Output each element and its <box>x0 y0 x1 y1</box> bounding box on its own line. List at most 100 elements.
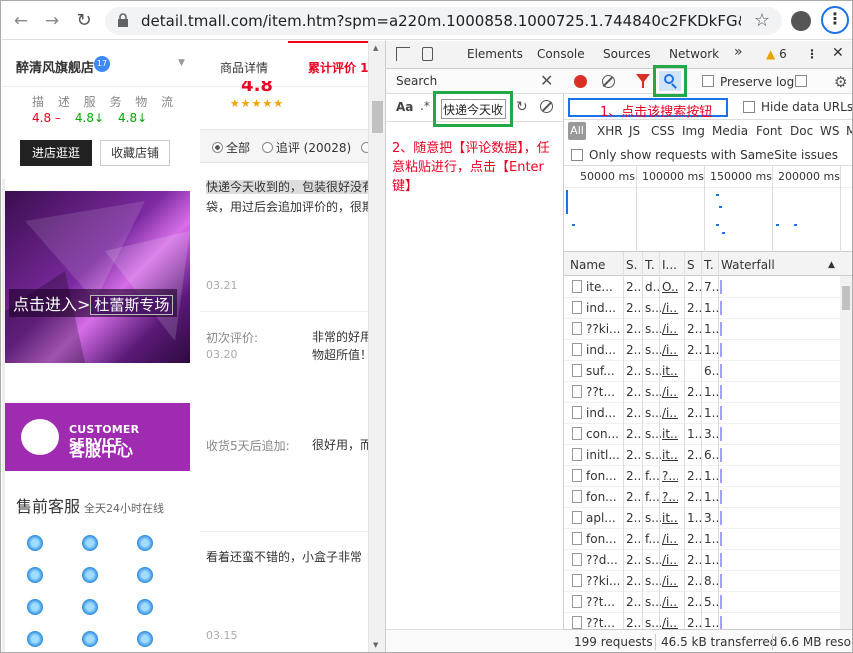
close-devtools-icon[interactable]: ✕ <box>832 45 844 61</box>
search-input[interactable]: 快递今天收 <box>441 99 506 119</box>
col-name[interactable]: Name <box>570 258 605 272</box>
tab-details[interactable]: 商品详情 <box>220 59 268 76</box>
more-tabs-icon[interactable]: » <box>734 44 743 60</box>
wangwang-icon[interactable] <box>137 599 153 615</box>
table-row[interactable]: initl...2...s...it...2...6... <box>564 445 852 466</box>
table-row[interactable]: ??t...2...s.../i...2...1... <box>564 382 852 403</box>
preserve-log-checkbox[interactable] <box>702 75 714 87</box>
clear-search-icon[interactable] <box>540 100 553 113</box>
tab-sources[interactable]: Sources <box>603 47 650 61</box>
device-toolbar-icon[interactable] <box>422 47 433 61</box>
wangwang-icon[interactable] <box>82 567 98 583</box>
close-search-icon[interactable]: ✕ <box>540 71 553 90</box>
bookmark-star-icon[interactable]: ☆ <box>754 10 770 31</box>
promo-banner[interactable]: 点击进入> 杜蕾斯专场 <box>5 191 190 363</box>
table-row[interactable]: apl...2...s...it...1...3... <box>564 508 852 529</box>
filter-icon[interactable] <box>636 74 650 88</box>
table-row[interactable]: con...2...s...it...1...3... <box>564 424 852 445</box>
table-row[interactable]: ??ki...2...s.../i...2...8... <box>564 571 852 592</box>
refresh-search-icon[interactable]: ↻ <box>516 99 528 115</box>
col-size[interactable]: S <box>687 258 695 272</box>
match-case-button[interactable]: Aa <box>396 100 413 114</box>
network-overview[interactable]: 50000 ms 100000 ms 150000 ms 200000 ms <box>564 166 852 252</box>
table-row[interactable]: ??ki...2...s.../i...2...1... <box>564 319 852 340</box>
table-row[interactable]: fon...2...f...?...2...1... <box>564 487 852 508</box>
tab-elements[interactable]: Elements <box>467 47 523 61</box>
scrollbar-thumb[interactable] <box>372 101 383 133</box>
wangwang-icon[interactable] <box>27 631 43 647</box>
customer-service-banner[interactable]: CUSTOMER SERVICE 客服中心 <box>5 403 190 471</box>
forward-arrow-icon[interactable]: → <box>42 11 62 31</box>
hide-data-urls-checkbox[interactable] <box>743 101 755 113</box>
gear-icon[interactable]: ⚙ <box>834 73 847 91</box>
sort-up-icon[interactable]: ▲ <box>828 260 835 270</box>
scrollbar-thumb[interactable] <box>842 286 850 310</box>
overview-tick: 50000 ms <box>580 170 635 183</box>
wangwang-icon[interactable] <box>137 567 153 583</box>
search-button[interactable] <box>659 71 681 91</box>
samesite-checkbox[interactable] <box>571 149 583 161</box>
table-row[interactable]: ind...2...s.../i...2...1... <box>564 298 852 319</box>
filter-all-radio[interactable] <box>212 142 223 153</box>
type-img-button[interactable]: Img <box>682 124 705 138</box>
page-scrollbar[interactable]: ▲ ▼ <box>368 41 385 652</box>
scroll-up-icon[interactable]: ▲ <box>373 44 378 52</box>
chevron-down-icon[interactable]: ▼ <box>178 58 185 68</box>
disable-cache-checkbox[interactable] <box>795 75 807 87</box>
table-row[interactable]: ind...2...s.../i...2...1... <box>564 340 852 361</box>
table-row[interactable]: fon...2...f...?...2...1... <box>564 466 852 487</box>
back-arrow-icon[interactable]: ← <box>11 11 31 31</box>
wangwang-icon[interactable] <box>27 535 43 551</box>
filter-append-radio[interactable] <box>261 142 273 153</box>
table-row[interactable]: ??d...2...s.../i...2...1... <box>564 550 852 571</box>
tab-network[interactable]: Network <box>669 47 719 61</box>
row-status: 2... <box>626 574 642 588</box>
request-list-scrollbar[interactable] <box>840 276 852 629</box>
inspect-element-icon[interactable] <box>396 47 410 61</box>
row-initiator: it... <box>662 427 678 441</box>
type-js-button[interactable]: JS <box>629 124 640 138</box>
table-row[interactable]: ite...2...d...O...2...7... <box>564 277 852 298</box>
regex-button[interactable]: .* <box>420 99 430 113</box>
wangwang-icon[interactable] <box>82 599 98 615</box>
profile-avatar-icon[interactable] <box>791 11 811 31</box>
type-manifest-button[interactable]: M <box>846 124 852 138</box>
col-time[interactable]: T. <box>704 258 714 272</box>
clear-log-icon[interactable] <box>602 75 615 88</box>
type-media-button[interactable]: Media <box>712 124 748 138</box>
tab-console[interactable]: Console <box>537 47 585 61</box>
type-css-button[interactable]: CSS <box>651 124 675 138</box>
col-status[interactable]: S. <box>626 258 637 272</box>
type-font-button[interactable]: Font <box>756 124 782 138</box>
review-label: 初次评价: <box>206 331 259 345</box>
filter-input[interactable]: 1、点击该搜索按钮 <box>568 98 728 120</box>
wangwang-icon[interactable] <box>27 567 43 583</box>
browser-menu-icon[interactable]: ⋮ <box>821 6 849 34</box>
reload-icon[interactable]: ↻ <box>74 11 94 31</box>
wangwang-icon[interactable] <box>82 631 98 647</box>
col-waterfall[interactable]: Waterfall <box>721 258 775 272</box>
col-type[interactable]: T. <box>645 258 655 272</box>
favorite-store-button[interactable]: 收藏店铺 <box>100 140 170 166</box>
type-doc-button[interactable]: Doc <box>790 124 813 138</box>
enter-store-button[interactable]: 进店逛逛 <box>20 140 92 166</box>
table-row[interactable]: ??t...2...s.../i...2...5... <box>564 592 852 613</box>
type-ws-button[interactable]: WS <box>820 124 839 138</box>
type-all-button[interactable]: All <box>568 122 586 140</box>
row-initiator: /i... <box>662 616 678 630</box>
wangwang-icon[interactable] <box>137 535 153 551</box>
devtools-menu-icon[interactable]: ⋮ <box>806 47 818 61</box>
shop-name[interactable]: 醉清风旗舰店 <box>16 57 94 76</box>
table-row[interactable]: suf...2...s...it...6... <box>564 361 852 382</box>
col-initiator[interactable]: I... <box>662 258 677 272</box>
wangwang-icon[interactable] <box>82 535 98 551</box>
type-xhr-button[interactable]: XHR <box>597 124 623 138</box>
warning-badge[interactable]: ▲ 6 <box>766 47 787 61</box>
address-bar[interactable]: detail.tmall.com/item.htm?spm=a220m.1000… <box>105 7 782 35</box>
table-row[interactable]: ind...2...s.../i...2...1... <box>564 403 852 424</box>
record-icon[interactable] <box>574 75 587 88</box>
table-row[interactable]: fon...2...f.../i...2...1... <box>564 529 852 550</box>
wangwang-icon[interactable] <box>137 631 153 647</box>
scroll-down-icon[interactable]: ▼ <box>373 641 378 649</box>
wangwang-icon[interactable] <box>27 599 43 615</box>
